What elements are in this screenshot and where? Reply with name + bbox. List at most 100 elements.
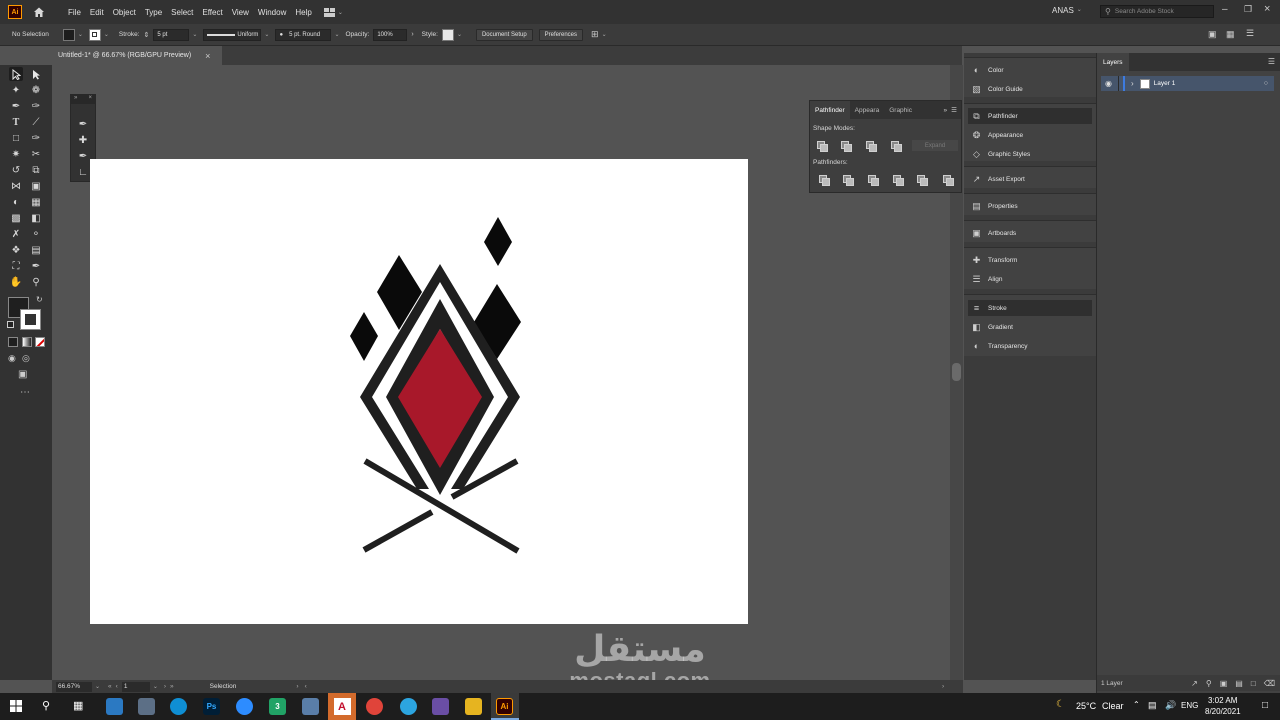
minus-back-icon[interactable] [943,175,954,186]
locate-object-icon[interactable]: ⚲ [1206,679,1212,688]
clock-time[interactable]: 3:02 AM [1208,696,1237,705]
expand-layer-icon[interactable]: › [1131,79,1134,88]
document-setup-button[interactable]: Document Setup [475,28,533,41]
search-icon[interactable]: ⚲ [42,699,50,712]
control-menu-icon[interactable]: ☰ [1246,28,1254,39]
stroke-weight-field[interactable]: 5 pt [153,28,190,41]
clock-date[interactable]: 8/20/2021 [1205,707,1241,716]
blend-tool-icon[interactable]: ⚬ [29,227,43,241]
tab-layers[interactable]: Layers [1097,53,1129,71]
intersect-icon[interactable] [866,141,877,152]
crop-icon[interactable] [893,175,904,186]
graph-tool-icon[interactable]: ▤ [29,243,43,257]
chevron-down-icon[interactable]: ⌄ [104,31,109,38]
expand-panel-icon[interactable]: » [944,107,948,114]
mesh-tool-icon[interactable]: ▩ [9,211,23,225]
anchor-point-tool-icon[interactable]: ∟ [76,165,90,179]
layer-row[interactable]: ◉ › Layer 1 ○ [1101,76,1274,91]
hand-tool-icon[interactable]: ✋ [9,275,23,289]
menu-file[interactable]: File [68,8,81,17]
status-menu-icon[interactable]: › [296,683,298,690]
dock-item-artboards[interactable]: ▣ Artboards [968,225,1092,241]
eyedropper-tool-icon[interactable]: ✗ [9,227,23,241]
graphic-style-swatch[interactable] [441,28,454,41]
gradient-mode-icon[interactable] [22,337,32,347]
delete-anchor-point-tool-icon[interactable]: ✒ [76,149,90,163]
menu-type[interactable]: Type [145,8,162,17]
slice-tool-icon[interactable]: ✒ [29,259,43,273]
telegram-icon[interactable] [400,698,417,715]
opacity-field[interactable]: 100% [373,28,408,41]
none-mode-icon[interactable] [35,337,45,347]
shaper-tool-icon[interactable]: ✷ [9,147,23,161]
edit-toolbar-icon[interactable]: ⋯ [20,387,30,398]
draw-normal-icon[interactable]: ◉ [8,353,16,364]
dock-item-color-guide[interactable]: ▧ Color Guide [968,81,1092,97]
expand-button[interactable]: Expand [912,140,958,151]
add-anchor-point-tool-icon[interactable]: ✚ [76,133,90,147]
screen-mode-icon[interactable]: ▣ [18,369,27,380]
close-window-button[interactable]: × [1264,3,1270,15]
dock-item-gradient[interactable]: ◧ Gradient [968,319,1092,335]
tab-graphic-styles[interactable]: Graphic [884,101,917,119]
app-taskbar-icon-2[interactable] [138,698,155,715]
menu-help[interactable]: Help [295,8,311,17]
panel-menu-icon[interactable]: ☰ [1268,57,1275,66]
chrome-icon[interactable] [366,698,383,715]
artboard-tool-icon[interactable]: ⛶ [9,259,23,273]
app-taskbar-icon-1[interactable] [106,698,123,715]
artboard-number-field[interactable]: 1 [121,681,150,692]
volume-icon[interactable]: 🔊 [1165,700,1176,711]
selection-tool-icon[interactable] [9,67,23,81]
free-transform-tool-icon[interactable]: ▣ [29,179,43,193]
file-explorer-icon[interactable] [465,698,482,715]
photoshop-icon[interactable]: Ps [203,698,220,715]
preferences-button[interactable]: Preferences [538,28,584,41]
delete-layer-icon[interactable]: ⌫ [1264,679,1275,688]
exclude-icon[interactable] [891,141,902,152]
stroke-swatch[interactable] [88,28,101,41]
document-tab[interactable]: Untitled-1* @ 66.67% (RGB/GPU Preview) × [52,46,222,65]
color-mode-icon[interactable] [8,337,18,347]
panel-options-icon[interactable]: ▦ [1226,29,1235,40]
maximize-button[interactable]: ❐ [1244,4,1252,15]
shape-builder-tool-icon[interactable]: ◐ [9,195,23,209]
menu-edit[interactable]: Edit [90,8,104,17]
scroll-thumb[interactable] [952,363,961,381]
temperature[interactable]: 25°C [1076,701,1096,711]
next-artboard-icon[interactable]: › [164,683,166,690]
menu-select[interactable]: Select [171,8,193,17]
dock-item-transparency[interactable]: ◐ Transparency [968,338,1092,354]
input-language[interactable]: ENG [1181,701,1198,710]
dock-item-properties[interactable]: ▤ Properties [968,198,1092,214]
dock-item-stroke[interactable]: ≡ Stroke [968,300,1092,316]
stock-search-field[interactable]: ⚲ Search Adobe Stock [1100,5,1214,18]
chevron-down-icon[interactable]: ⌄ [602,31,607,38]
chevron-down-icon[interactable]: ⌄ [457,31,462,38]
type-tool-icon[interactable]: T [9,115,23,129]
arrange-icon[interactable]: ▣ [1208,29,1217,40]
collapse-icon[interactable]: » [74,95,77,104]
dock-item-color[interactable]: ◐ Color [968,62,1092,78]
direct-selection-tool-icon[interactable] [29,67,43,81]
tray-chevron-icon[interactable]: ⌃ [1133,700,1140,709]
paintbrush-tool-icon[interactable]: ✑ [29,131,43,145]
arrange-documents-icon[interactable]: ⊞ [591,29,599,40]
zoom-tool-icon[interactable]: ⚲ [29,275,43,289]
minus-front-icon[interactable] [841,141,852,152]
artboard[interactable] [90,159,748,624]
divide-icon[interactable] [819,175,830,186]
gradient-tool-icon[interactable]: ◧ [29,211,43,225]
menu-object[interactable]: Object [113,8,136,17]
autocad-icon[interactable]: A [328,693,356,720]
panel-menu-icon[interactable]: ☰ [951,106,957,114]
menu-view[interactable]: View [232,8,249,17]
menu-window[interactable]: Window [258,8,286,17]
dock-item-pathfinder[interactable]: ⧉ Pathfinder [968,108,1092,124]
width-tool-icon[interactable]: ⋈ [9,179,23,193]
chevron-right-icon[interactable]: › [411,31,413,38]
user-account[interactable]: ANAS ⌄ [1052,6,1082,15]
line-tool-icon[interactable]: ⟋ [29,115,43,129]
close-icon[interactable]: × [88,95,92,104]
chevron-down-icon[interactable]: ⌄ [264,31,269,38]
